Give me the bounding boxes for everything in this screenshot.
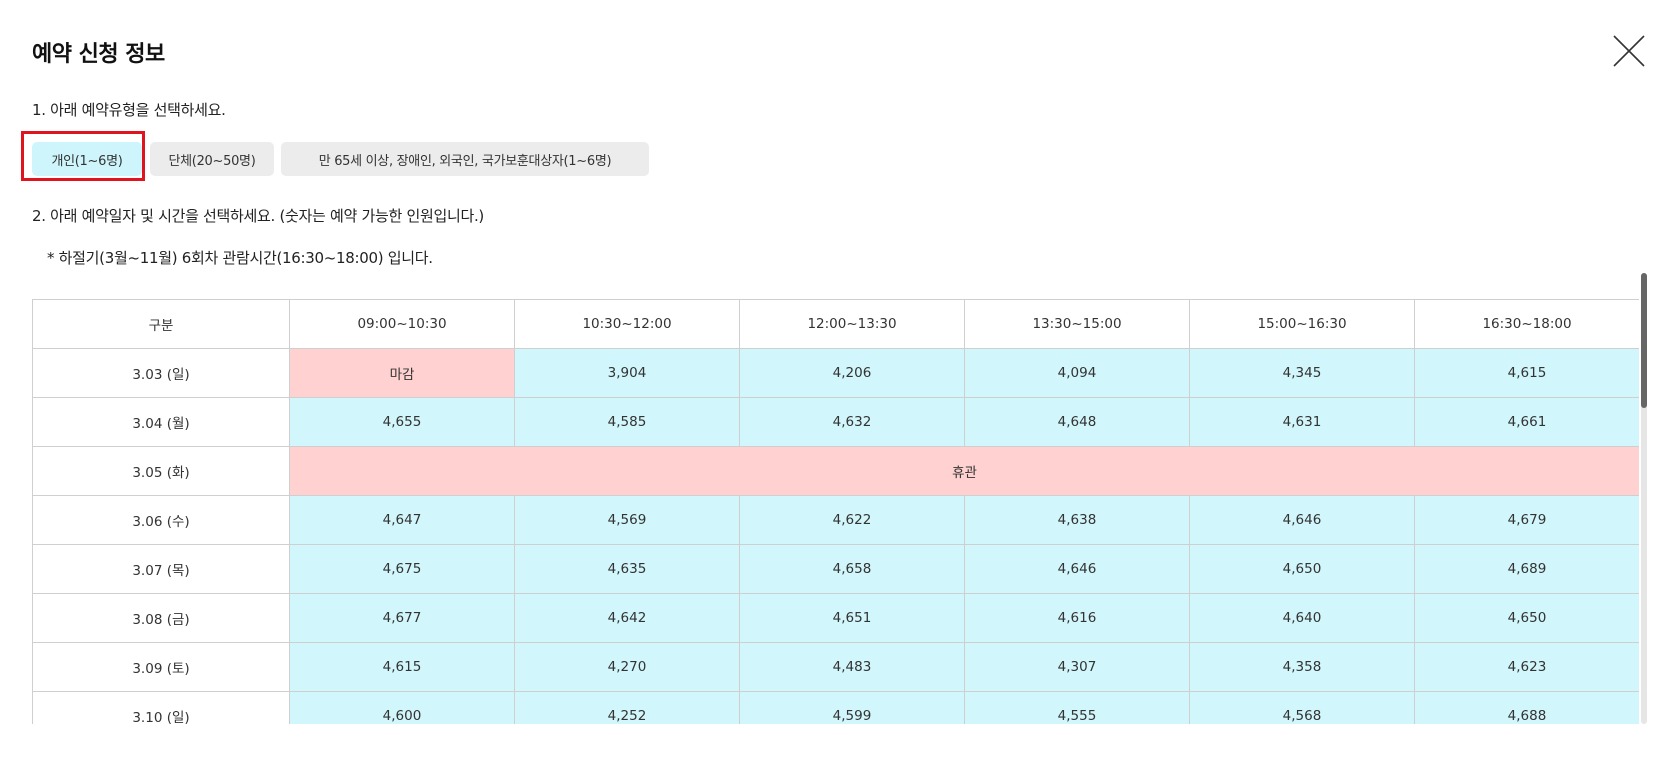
type-special-button[interactable]: 만 65세 이상, 장애인, 외국인, 국가보훈대상자(1~6명)	[281, 142, 649, 176]
slot-cell[interactable]: 4,307	[964, 642, 1190, 692]
table-row: 3.08 (금) 4,677 4,642 4,651 4,616 4,640 4…	[32, 593, 1639, 643]
header-slot-4: 13:30~15:00	[964, 299, 1190, 349]
slot-cell[interactable]: 4,655	[289, 397, 515, 447]
slot-cell[interactable]: 4,688	[1414, 691, 1639, 724]
slot-cell[interactable]: 4,600	[289, 691, 515, 724]
date-cell: 3.08 (금)	[32, 593, 290, 643]
type-individual-button[interactable]: 개인(1~6명)	[32, 142, 142, 176]
slot-cell[interactable]: 4,648	[964, 397, 1190, 447]
slot-cell[interactable]: 4,270	[514, 642, 740, 692]
slot-cell[interactable]: 4,638	[964, 495, 1190, 545]
slot-cell[interactable]: 4,615	[289, 642, 515, 692]
slot-cell[interactable]: 4,650	[1189, 544, 1415, 594]
table-row: 3.09 (토) 4,615 4,270 4,483 4,307 4,358 4…	[32, 642, 1639, 692]
slot-cell[interactable]: 4,206	[739, 348, 965, 398]
slot-cell[interactable]: 4,679	[1414, 495, 1639, 545]
close-button[interactable]	[1612, 34, 1646, 68]
slot-cell-closed: 마감	[289, 348, 515, 398]
header-slot-2: 10:30~12:00	[514, 299, 740, 349]
slot-cell[interactable]: 4,568	[1189, 691, 1415, 724]
close-icon	[1613, 35, 1645, 67]
date-cell: 3.07 (목)	[32, 544, 290, 594]
slot-cell[interactable]: 4,647	[289, 495, 515, 545]
step1-instruction: 1. 아래 예약유형을 선택하세요.	[32, 101, 226, 119]
slot-cell[interactable]: 4,646	[1189, 495, 1415, 545]
slot-cell[interactable]: 4,640	[1189, 593, 1415, 643]
slot-cell[interactable]: 4,094	[964, 348, 1190, 398]
step2-instruction: 2. 아래 예약일자 및 시간을 선택하세요. (숫자는 예약 가능한 인원입니…	[32, 207, 484, 225]
slot-cell[interactable]: 4,651	[739, 593, 965, 643]
slot-cell[interactable]: 4,646	[964, 544, 1190, 594]
header-category: 구분	[32, 299, 290, 349]
slot-cell[interactable]: 4,555	[964, 691, 1190, 724]
slot-cell[interactable]: 4,483	[739, 642, 965, 692]
slot-cell[interactable]: 4,635	[514, 544, 740, 594]
table-scrollbar[interactable]	[1641, 273, 1647, 724]
slot-cell[interactable]: 4,585	[514, 397, 740, 447]
date-cell: 3.10 (일)	[32, 691, 290, 724]
slot-cell[interactable]: 4,631	[1189, 397, 1415, 447]
header-slot-3: 12:00~13:30	[739, 299, 965, 349]
header-slot-1: 09:00~10:30	[289, 299, 515, 349]
slot-cell[interactable]: 4,622	[739, 495, 965, 545]
closed-day-cell: 휴관	[289, 446, 1639, 496]
slot-cell[interactable]: 4,689	[1414, 544, 1639, 594]
slot-cell[interactable]: 4,675	[289, 544, 515, 594]
table-row: 3.07 (목) 4,675 4,635 4,658 4,646 4,650 4…	[32, 544, 1639, 594]
table-row: 3.06 (수) 4,647 4,569 4,622 4,638 4,646 4…	[32, 495, 1639, 545]
date-cell: 3.09 (토)	[32, 642, 290, 692]
type-group-button[interactable]: 단체(20~50명)	[150, 142, 274, 176]
slot-cell[interactable]: 4,252	[514, 691, 740, 724]
schedule-table-viewport[interactable]: 구분 09:00~10:30 10:30~12:00 12:00~13:30 1…	[32, 299, 1639, 724]
date-cell: 3.05 (화)	[32, 446, 290, 496]
date-cell: 3.04 (월)	[32, 397, 290, 447]
table-row: 3.04 (월) 4,655 4,585 4,632 4,648 4,631 4…	[32, 397, 1639, 447]
date-cell: 3.06 (수)	[32, 495, 290, 545]
slot-cell[interactable]: 3,904	[514, 348, 740, 398]
slot-cell[interactable]: 4,632	[739, 397, 965, 447]
table-row: 3.10 (일) 4,600 4,252 4,599 4,555 4,568 4…	[32, 691, 1639, 724]
slot-cell[interactable]: 4,358	[1189, 642, 1415, 692]
slot-cell[interactable]: 4,623	[1414, 642, 1639, 692]
summer-hours-note: * 하절기(3월~11월) 6회차 관람시간(16:30~18:00) 입니다.	[47, 249, 433, 267]
scrollbar-thumb[interactable]	[1641, 273, 1647, 408]
slot-cell[interactable]: 4,615	[1414, 348, 1639, 398]
date-cell: 3.03 (일)	[32, 348, 290, 398]
modal-title: 예약 신청 정보	[32, 42, 165, 67]
slot-cell[interactable]: 4,677	[289, 593, 515, 643]
slot-cell[interactable]: 4,599	[739, 691, 965, 724]
slot-cell[interactable]: 4,616	[964, 593, 1190, 643]
table-row: 3.03 (일) 마감 3,904 4,206 4,094 4,345 4,61…	[32, 348, 1639, 398]
slot-cell[interactable]: 4,345	[1189, 348, 1415, 398]
slot-cell[interactable]: 4,642	[514, 593, 740, 643]
slot-cell[interactable]: 4,661	[1414, 397, 1639, 447]
slot-cell[interactable]: 4,650	[1414, 593, 1639, 643]
table-header-row: 구분 09:00~10:30 10:30~12:00 12:00~13:30 1…	[32, 299, 1639, 349]
header-slot-5: 15:00~16:30	[1189, 299, 1415, 349]
slot-cell[interactable]: 4,658	[739, 544, 965, 594]
schedule-table: 구분 09:00~10:30 10:30~12:00 12:00~13:30 1…	[32, 299, 1639, 724]
slot-cell[interactable]: 4,569	[514, 495, 740, 545]
table-row: 3.05 (화) 휴관	[32, 446, 1639, 496]
header-slot-6: 16:30~18:00	[1414, 299, 1639, 349]
